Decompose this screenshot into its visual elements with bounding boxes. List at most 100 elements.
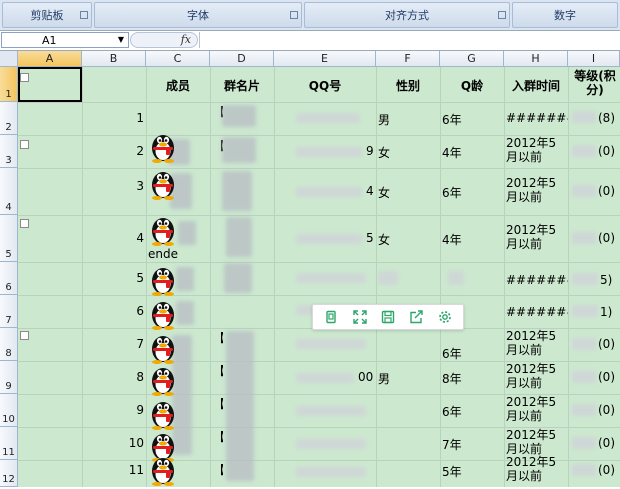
column-header-i[interactable]: I <box>568 51 620 67</box>
level-cell: (0) <box>598 436 615 450</box>
qq-tail: 00 <box>358 370 374 384</box>
formula-controls[interactable]: fx <box>130 32 198 48</box>
chevron-down-icon[interactable]: ▼ <box>118 35 124 44</box>
header-group-card: 群名片 <box>223 79 260 93</box>
row-header[interactable]: 5 <box>0 215 18 262</box>
row-header[interactable]: 10 <box>0 394 18 427</box>
name-box[interactable]: A1 ▼ <box>1 32 129 48</box>
row-header[interactable]: 1 <box>0 67 18 102</box>
group-card-cell: 【 <box>213 395 223 412</box>
qq-penguin-avatar[interactable] <box>147 296 179 330</box>
redacted-region <box>572 404 596 416</box>
q-age-cell: 4年 <box>442 146 462 160</box>
redacted-region <box>296 373 354 383</box>
redacted-region <box>572 437 596 449</box>
redacted-region <box>572 185 596 197</box>
column-header-d[interactable]: D <box>210 51 274 67</box>
column-header-f[interactable]: F <box>376 51 440 67</box>
header-member: 成员 <box>165 79 190 93</box>
qq-penguin-avatar[interactable] <box>147 362 179 396</box>
qq-penguin-avatar[interactable] <box>147 212 179 246</box>
dialog-launcher-icon[interactable]: x <box>498 11 506 19</box>
group-card-cell: 【 <box>213 362 223 379</box>
row-number: 5 <box>136 271 144 285</box>
row-number: 3 <box>136 179 144 193</box>
qq-tail: 4 <box>366 184 374 198</box>
redacted-region <box>296 339 366 349</box>
group-card-cell: 【 <box>213 428 223 445</box>
join-time-cell: ######## <box>506 111 568 125</box>
qq-tail: 5 <box>366 231 374 245</box>
ribbon-group-label: 对齐方式 <box>385 9 429 22</box>
dialog-launcher-icon[interactable]: x <box>80 11 88 19</box>
q-age-cell: 7年 <box>442 438 462 452</box>
column-header-g[interactable]: G <box>440 51 504 67</box>
redacted-region <box>572 464 596 476</box>
level-cell: 1) <box>600 305 613 319</box>
column-header-h[interactable]: H <box>504 51 568 67</box>
redacted-region <box>296 113 360 123</box>
share-icon[interactable] <box>407 308 425 326</box>
dialog-launcher-icon[interactable]: x <box>290 11 298 19</box>
row-header[interactable]: 11 <box>0 427 18 460</box>
column-header-b[interactable]: B <box>82 51 146 67</box>
q-age-cell: 4年 <box>442 233 462 247</box>
column-header-c[interactable]: C <box>146 51 210 67</box>
row-number: 7 <box>136 337 144 351</box>
redacted-region <box>572 338 596 350</box>
level-cell: (8) <box>598 111 615 125</box>
qq-penguin-avatar[interactable] <box>147 330 179 364</box>
row-header[interactable]: 4 <box>0 168 18 215</box>
gender-cell: 女 <box>378 146 391 160</box>
formula-input[interactable] <box>199 32 620 48</box>
checkbox[interactable] <box>20 73 29 82</box>
group-card-cell: 【 <box>213 329 223 346</box>
row-header[interactable]: 3 <box>0 135 18 168</box>
qq-penguin-avatar[interactable] <box>147 262 179 296</box>
column-header-a[interactable]: A <box>18 51 82 67</box>
ribbon-group-label: 数字 <box>554 9 576 22</box>
row-header[interactable]: 9 <box>0 361 18 394</box>
row-header[interactable]: 8 <box>0 328 18 361</box>
qq-penguin-avatar[interactable] <box>147 396 179 430</box>
column-header-e[interactable]: E <box>274 51 376 67</box>
row-header[interactable]: 6 <box>0 262 18 295</box>
row-header[interactable]: 7 <box>0 295 18 328</box>
level-cell: (0) <box>598 463 615 477</box>
checkbox[interactable] <box>20 219 29 228</box>
save-icon[interactable] <box>379 308 397 326</box>
floating-image-toolbar <box>312 304 464 330</box>
q-age-cell: 6年 <box>442 405 462 419</box>
level-cell: (0) <box>598 144 615 158</box>
redacted-region <box>296 467 366 477</box>
checkbox[interactable] <box>20 140 29 149</box>
level-cell: (0) <box>598 184 615 198</box>
spreadsheet-grid[interactable]: A B C D E F G H I 1 2 3 4 5 6 7 8 9 10 1… <box>0 51 620 487</box>
copy-icon[interactable] <box>322 308 340 326</box>
ribbon-group-number[interactable]: 数字 <box>512 2 618 28</box>
row-header[interactable]: 2 <box>0 102 18 135</box>
ribbon-group-label: 字体 <box>187 9 209 22</box>
q-age-cell: 5年 <box>442 465 462 479</box>
level-cell: (0) <box>598 403 615 417</box>
row-header[interactable]: 12 <box>0 460 18 487</box>
ribbon-group-font[interactable]: 字体 x <box>94 2 302 28</box>
checkbox[interactable] <box>20 331 29 340</box>
level-cell: (0) <box>598 231 615 245</box>
row-number: 2 <box>136 144 144 158</box>
expand-icon[interactable] <box>351 308 369 326</box>
ribbon: 剪贴板 x 字体 x 对齐方式 x 数字 <box>0 0 620 31</box>
ribbon-group-clipboard[interactable]: 剪贴板 x <box>2 2 92 28</box>
row-number: 8 <box>136 370 144 384</box>
qq-penguin-avatar[interactable] <box>147 452 179 486</box>
redacted-region <box>222 137 256 163</box>
join-time-cell: 2012年5月以前 <box>506 362 557 390</box>
join-time-cell: 2012年5月以前 <box>506 455 557 483</box>
select-all-corner[interactable] <box>0 51 18 67</box>
header-gender: 性别 <box>395 79 420 93</box>
function-icon[interactable]: fx <box>181 33 191 46</box>
qq-penguin-avatar[interactable] <box>147 166 179 200</box>
qq-penguin-avatar[interactable] <box>147 129 179 163</box>
ribbon-group-alignment[interactable]: 对齐方式 x <box>304 2 510 28</box>
settings-icon[interactable] <box>436 308 454 326</box>
